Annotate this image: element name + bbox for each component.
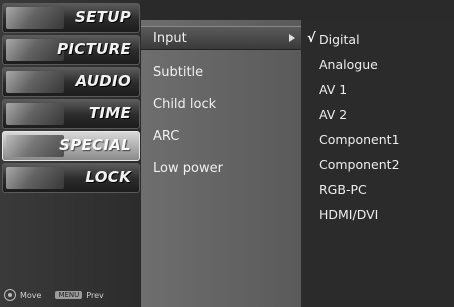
check-icon: √ — [307, 31, 316, 46]
submenu-item-label: RGB-PC — [319, 181, 367, 197]
submenu-item-component2[interactable]: Component2 — [301, 153, 454, 175]
submenu-item-av2[interactable]: AV 2 — [301, 103, 454, 125]
audio-thumbnail-icon — [6, 71, 64, 93]
submenu-item-label: Component2 — [319, 156, 400, 172]
arrow-right-icon — [289, 34, 295, 42]
lock-thumbnail-icon — [6, 167, 64, 189]
menu-item-subtitle[interactable]: Subtitle — [141, 60, 301, 84]
category-label: TIME — [88, 104, 131, 122]
menu-item-label: Input — [153, 30, 187, 46]
top-bar — [141, 0, 454, 20]
category-label: AUDIO — [75, 72, 131, 90]
menu-item-label: Child lock — [153, 96, 217, 112]
submenu-item-component1[interactable]: Component1 — [301, 128, 454, 150]
menu-key-icon: MENU — [55, 291, 83, 299]
submenu-item-analogue[interactable]: Analogue — [301, 53, 454, 75]
menu-item-low-power[interactable]: Low power — [141, 156, 301, 180]
category-label: SPECIAL — [59, 136, 131, 154]
navigation-hint: Move MENU Prev — [4, 288, 138, 302]
submenu-item-label: AV 2 — [319, 106, 348, 122]
setup-thumbnail-icon — [6, 7, 64, 29]
category-label: LOCK — [85, 168, 131, 186]
time-thumbnail-icon — [6, 103, 64, 125]
special-thumbnail-icon — [6, 135, 64, 157]
menu-item-label: ARC — [153, 128, 180, 144]
submenu-item-av1[interactable]: AV 1 — [301, 78, 454, 100]
category-audio[interactable]: AUDIO — [2, 67, 140, 97]
menu-item-label: Subtitle — [153, 64, 204, 80]
category-column: SETUP PICTURE AUDIO TIME SPECIAL LOCK Mo… — [0, 0, 141, 307]
submenu-item-label: Digital — [319, 31, 360, 47]
prev-label: Prev — [86, 290, 104, 300]
submenu-item-label: HDMI/DVI — [319, 206, 379, 222]
menu-item-input[interactable]: Input — [141, 26, 301, 50]
category-time[interactable]: TIME — [2, 99, 140, 129]
submenu-item-label: Analogue — [319, 56, 378, 72]
category-label: PICTURE — [57, 40, 131, 58]
submenu-item-label: Component1 — [319, 131, 400, 147]
category-special[interactable]: SPECIAL — [2, 131, 140, 161]
menu-item-arc[interactable]: ARC — [141, 124, 301, 148]
picture-thumbnail-icon — [6, 39, 64, 61]
osd-menu-screen: SETUP PICTURE AUDIO TIME SPECIAL LOCK Mo… — [0, 0, 454, 307]
submenu-item-hdmi-dvi[interactable]: HDMI/DVI — [301, 203, 454, 225]
move-icon — [4, 289, 16, 301]
move-label: Move — [20, 290, 42, 300]
submenu-item-label: AV 1 — [319, 81, 348, 97]
menu-item-label: Low power — [153, 160, 223, 176]
menu-item-child-lock[interactable]: Child lock — [141, 92, 301, 116]
submenu-item-digital[interactable]: √ Digital — [301, 28, 454, 50]
submenu-item-rgb-pc[interactable]: RGB-PC — [301, 178, 454, 200]
input-submenu-column: √ Digital Analogue AV 1 AV 2 Component1 … — [301, 20, 454, 307]
category-setup[interactable]: SETUP — [2, 3, 140, 33]
category-label: SETUP — [75, 8, 131, 26]
special-menu-column: Input Subtitle Child lock ARC Low power — [141, 20, 301, 307]
category-lock[interactable]: LOCK — [2, 163, 140, 193]
category-picture[interactable]: PICTURE — [2, 35, 140, 65]
